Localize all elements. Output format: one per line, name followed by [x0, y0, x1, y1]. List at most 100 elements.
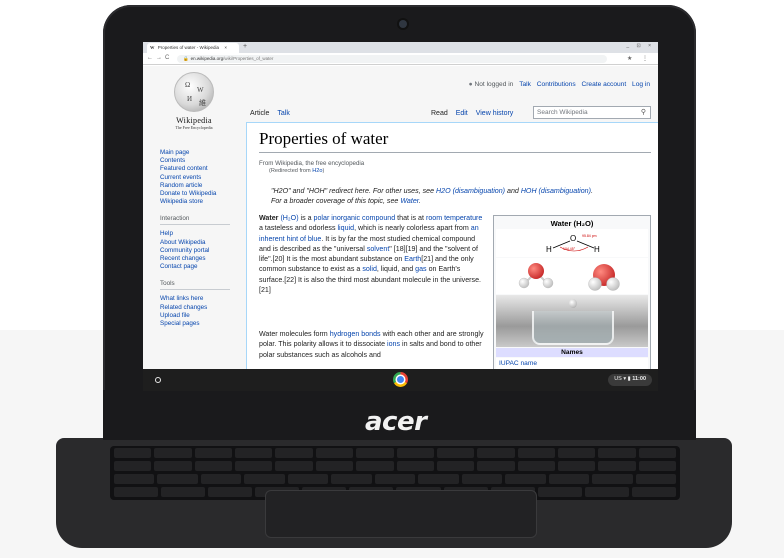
link-ions[interactable]: ions — [387, 340, 400, 348]
hatnote: "H2O" and "HOH" redirect here. For other… — [271, 187, 593, 205]
tab-article[interactable]: Article — [247, 110, 272, 117]
link-polar-compound[interactable]: polar inorganic compound — [314, 214, 396, 222]
sidebar: Main page Contents Featured content Current… — [160, 149, 246, 328]
infobox: Water (H₂O) O H H 104.45° 95.84 pm Names… — [493, 215, 651, 369]
reload-icon[interactable]: C — [165, 55, 169, 61]
user-icon: ● — [468, 81, 473, 88]
para-text: is a — [298, 214, 314, 222]
sidebar-item-recent-changes[interactable]: Recent changes — [160, 255, 246, 263]
tab-view-history[interactable]: View history — [473, 110, 517, 117]
hatnote-link-water[interactable]: Water — [400, 197, 419, 205]
para-text: , liquid, and — [376, 265, 416, 274]
touchpad — [265, 490, 537, 538]
iupac-name-link[interactable]: IUPAC name — [496, 358, 648, 369]
bond-length-label: 95.84 pm — [582, 234, 597, 238]
search-input[interactable]: Search Wikipedia ⚲ — [533, 106, 651, 119]
droplet — [569, 299, 577, 308]
sidebar-item-contents[interactable]: Contents — [160, 157, 246, 165]
create-account-link[interactable]: Create account — [581, 81, 626, 88]
hatnote-text: "H2O" and "HOH" redirect here. For other… — [271, 187, 437, 195]
diagram-oxygen: O — [570, 234, 576, 243]
bond-angle-label: 104.45° — [563, 247, 576, 251]
sidebar-item-about-wikipedia[interactable]: About Wikipedia — [160, 239, 246, 247]
webcam — [399, 20, 407, 28]
sidebar-item-main-page[interactable]: Main page — [160, 149, 246, 157]
launcher-icon[interactable] — [155, 377, 161, 383]
para-text: Water molecules form — [259, 330, 330, 338]
laptop-screen: W Properties of water - Wikipedia × + _ … — [143, 42, 658, 391]
hatnote-link-hoh[interactable]: HOH (disambiguation) — [521, 187, 591, 195]
search-placeholder: Search Wikipedia — [537, 109, 588, 116]
redirect-source-link[interactable]: H2o — [312, 168, 322, 174]
sidebar-item-help[interactable]: Help — [160, 230, 246, 238]
sidebar-item-wikipedia-store[interactable]: Wikipedia store — [160, 198, 246, 206]
status-tray[interactable]: US ▾ ▮ 11:00 — [608, 374, 652, 386]
link-earth[interactable]: Earth — [404, 255, 421, 263]
link-hydrogen-bonds[interactable]: hydrogen bonds — [330, 330, 381, 338]
tab-talk[interactable]: Talk — [274, 110, 292, 117]
water-droplet-photo — [496, 295, 648, 347]
clock: 11:00 — [632, 376, 646, 382]
sidebar-interaction-links: Help About Wikipedia Community portal Recen… — [160, 230, 246, 271]
sidebar-item-donate-to-wikipedia[interactable]: Donate to Wikipedia — [160, 190, 246, 198]
sidebar-item-current-events[interactable]: Current events — [160, 174, 246, 182]
browser-menu-icons[interactable]: ★ ⋮ — [627, 55, 652, 62]
namespace-tabs: Article Talk — [247, 110, 293, 117]
infobox-title: Water (H₂O) — [550, 219, 594, 228]
sidebar-item-featured-content[interactable]: Featured content — [160, 165, 246, 173]
user-talk-link[interactable]: Talk — [519, 81, 531, 88]
browser-tab[interactable]: W Properties of water - Wikipedia × — [147, 43, 239, 53]
hatnote-text: For a broader coverage of this topic, se… — [271, 197, 401, 205]
link-gas[interactable]: gas — [415, 265, 426, 273]
link-solid[interactable]: solid — [362, 265, 377, 273]
user-contributions-link[interactable]: Contributions — [537, 81, 576, 88]
sidebar-item-special-pages[interactable]: Special pages — [160, 320, 246, 328]
window-controls[interactable]: _ ⊡ × — [626, 43, 654, 49]
chrome-browser-icon[interactable] — [393, 372, 408, 387]
lock-icon: 🔒 — [183, 56, 189, 61]
formula-link[interactable]: (H₂O) — [280, 214, 298, 222]
para-text: a tasteless and odorless — [259, 224, 338, 233]
tab-read[interactable]: Read — [428, 110, 451, 117]
puzzle-globe-icon: ΩWИ維 — [174, 72, 214, 112]
photo-stage: acer W Properties of water - Wikipedia ×… — [0, 0, 784, 558]
glass-of-water — [532, 311, 614, 345]
sidebar-item-contact-page[interactable]: Contact page — [160, 263, 246, 271]
sidebar-item-upload-file[interactable]: Upload file — [160, 312, 246, 320]
diagram-hydrogen-right: H — [594, 245, 600, 254]
molecule-models — [496, 258, 648, 294]
link-room-temperature[interactable]: room temperature — [426, 214, 482, 222]
locale-indicator: US — [614, 376, 622, 382]
new-tab-button[interactable]: + — [243, 43, 247, 50]
forward-arrow-icon[interactable]: → — [156, 55, 162, 61]
tab-edit[interactable]: Edit — [453, 110, 471, 117]
not-logged-in-label: Not logged in — [474, 81, 514, 88]
url-field[interactable]: 🔒 en.wikipedia.org/wiki/Properties_of_wat… — [177, 55, 607, 63]
sidebar-item-random-article[interactable]: Random article — [160, 182, 246, 190]
hatnote-link-h2o[interactable]: H2O (disambiguation) — [436, 187, 505, 195]
sidebar-main-links: Main page Contents Featured content Current… — [160, 149, 246, 206]
view-tabs: Read Edit View history — [428, 110, 516, 117]
page-title: Properties of water — [259, 129, 651, 153]
para-text: , which is nearly colorless apart from — [354, 224, 471, 233]
infobox-names-header: Names — [496, 348, 648, 357]
brand-logo: acer — [365, 407, 427, 437]
sidebar-item-related-changes[interactable]: Related changes — [160, 304, 246, 312]
redirect-prefix: (Redirected from — [269, 168, 313, 174]
space-filling-model — [588, 264, 620, 291]
address-bar-row: ← → C 🔒 en.wikipedia.org/wiki/Properties_… — [143, 53, 658, 65]
wikipedia-tagline: The Free Encyclopedia — [175, 125, 213, 130]
tab-close-icon[interactable]: × — [224, 45, 227, 50]
back-arrow-icon[interactable]: ← — [147, 55, 153, 61]
sidebar-tools-links: What links here Related changes Upload fil… — [160, 295, 246, 328]
sidebar-heading-interaction: Interaction — [160, 215, 230, 226]
sidebar-item-what-links-here[interactable]: What links here — [160, 295, 246, 303]
sidebar-item-community-portal[interactable]: Community portal — [160, 247, 246, 255]
link-liquid[interactable]: liquid — [337, 224, 354, 232]
wikipedia-logo[interactable]: ΩWИ維 Wikipedia The Free Encyclopedia — [149, 72, 239, 130]
log-in-link[interactable]: Log in — [632, 81, 650, 88]
wikipedia-page: ΩWИ維 Wikipedia The Free Encyclopedia Mai… — [143, 66, 658, 369]
search-icon[interactable]: ⚲ — [641, 108, 646, 116]
link-solvent[interactable]: solvent — [367, 245, 389, 253]
ball-and-stick-model — [518, 263, 554, 289]
